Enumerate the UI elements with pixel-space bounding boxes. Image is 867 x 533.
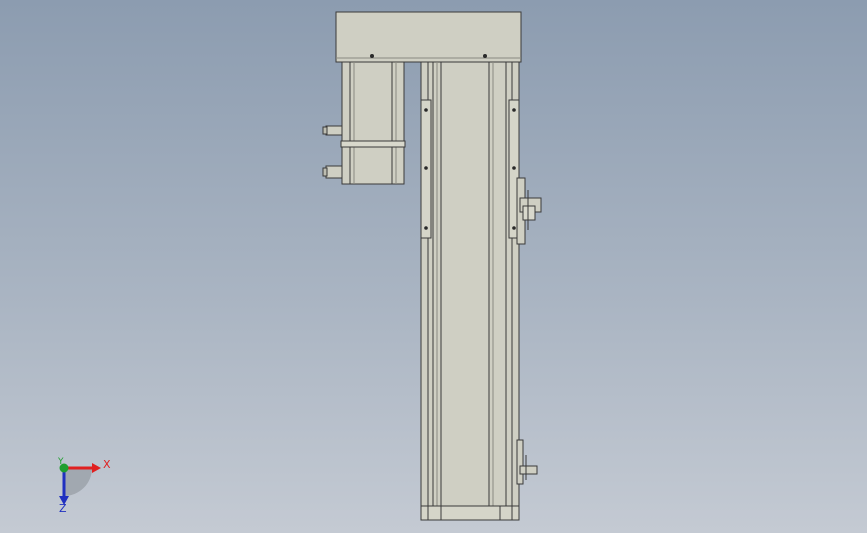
triad-shadow	[64, 468, 92, 496]
motor-housing[interactable]	[341, 61, 405, 185]
triad-z-label: Z	[59, 502, 67, 515]
triad-x-label: X	[103, 458, 111, 471]
motor-connector-lower-tip	[322, 167, 328, 177]
motor-connector-upper[interactable]	[325, 125, 343, 136]
orientation-triad[interactable]	[59, 463, 101, 505]
rail-end-cap[interactable]	[420, 505, 520, 521]
lower-sensor-bracket[interactable]	[516, 439, 524, 485]
lower-sensor-body[interactable]	[519, 465, 538, 475]
cad-viewport[interactable]: X Y Z	[0, 0, 867, 533]
top-mounting-plate[interactable]	[335, 11, 522, 63]
upper-sensor-block	[522, 205, 536, 221]
clamp-bolt	[512, 108, 516, 112]
linear-actuator-model[interactable]	[0, 0, 867, 533]
motor-clamp-band	[340, 140, 406, 148]
clamp-bolt	[424, 226, 428, 230]
x-axis-arrowhead	[92, 463, 101, 473]
motor-connector-lower[interactable]	[325, 165, 343, 179]
clamp-bolt	[512, 226, 516, 230]
plate-bolt-left	[370, 54, 374, 58]
plate-bolt-right	[483, 54, 487, 58]
rail-body[interactable]	[420, 61, 520, 521]
clamp-bolt	[512, 166, 516, 170]
clamp-bolt	[424, 108, 428, 112]
triad-y-label: Y	[58, 457, 64, 467]
clamp-bolt	[424, 166, 428, 170]
motor-connector-upper-tip	[322, 126, 328, 135]
